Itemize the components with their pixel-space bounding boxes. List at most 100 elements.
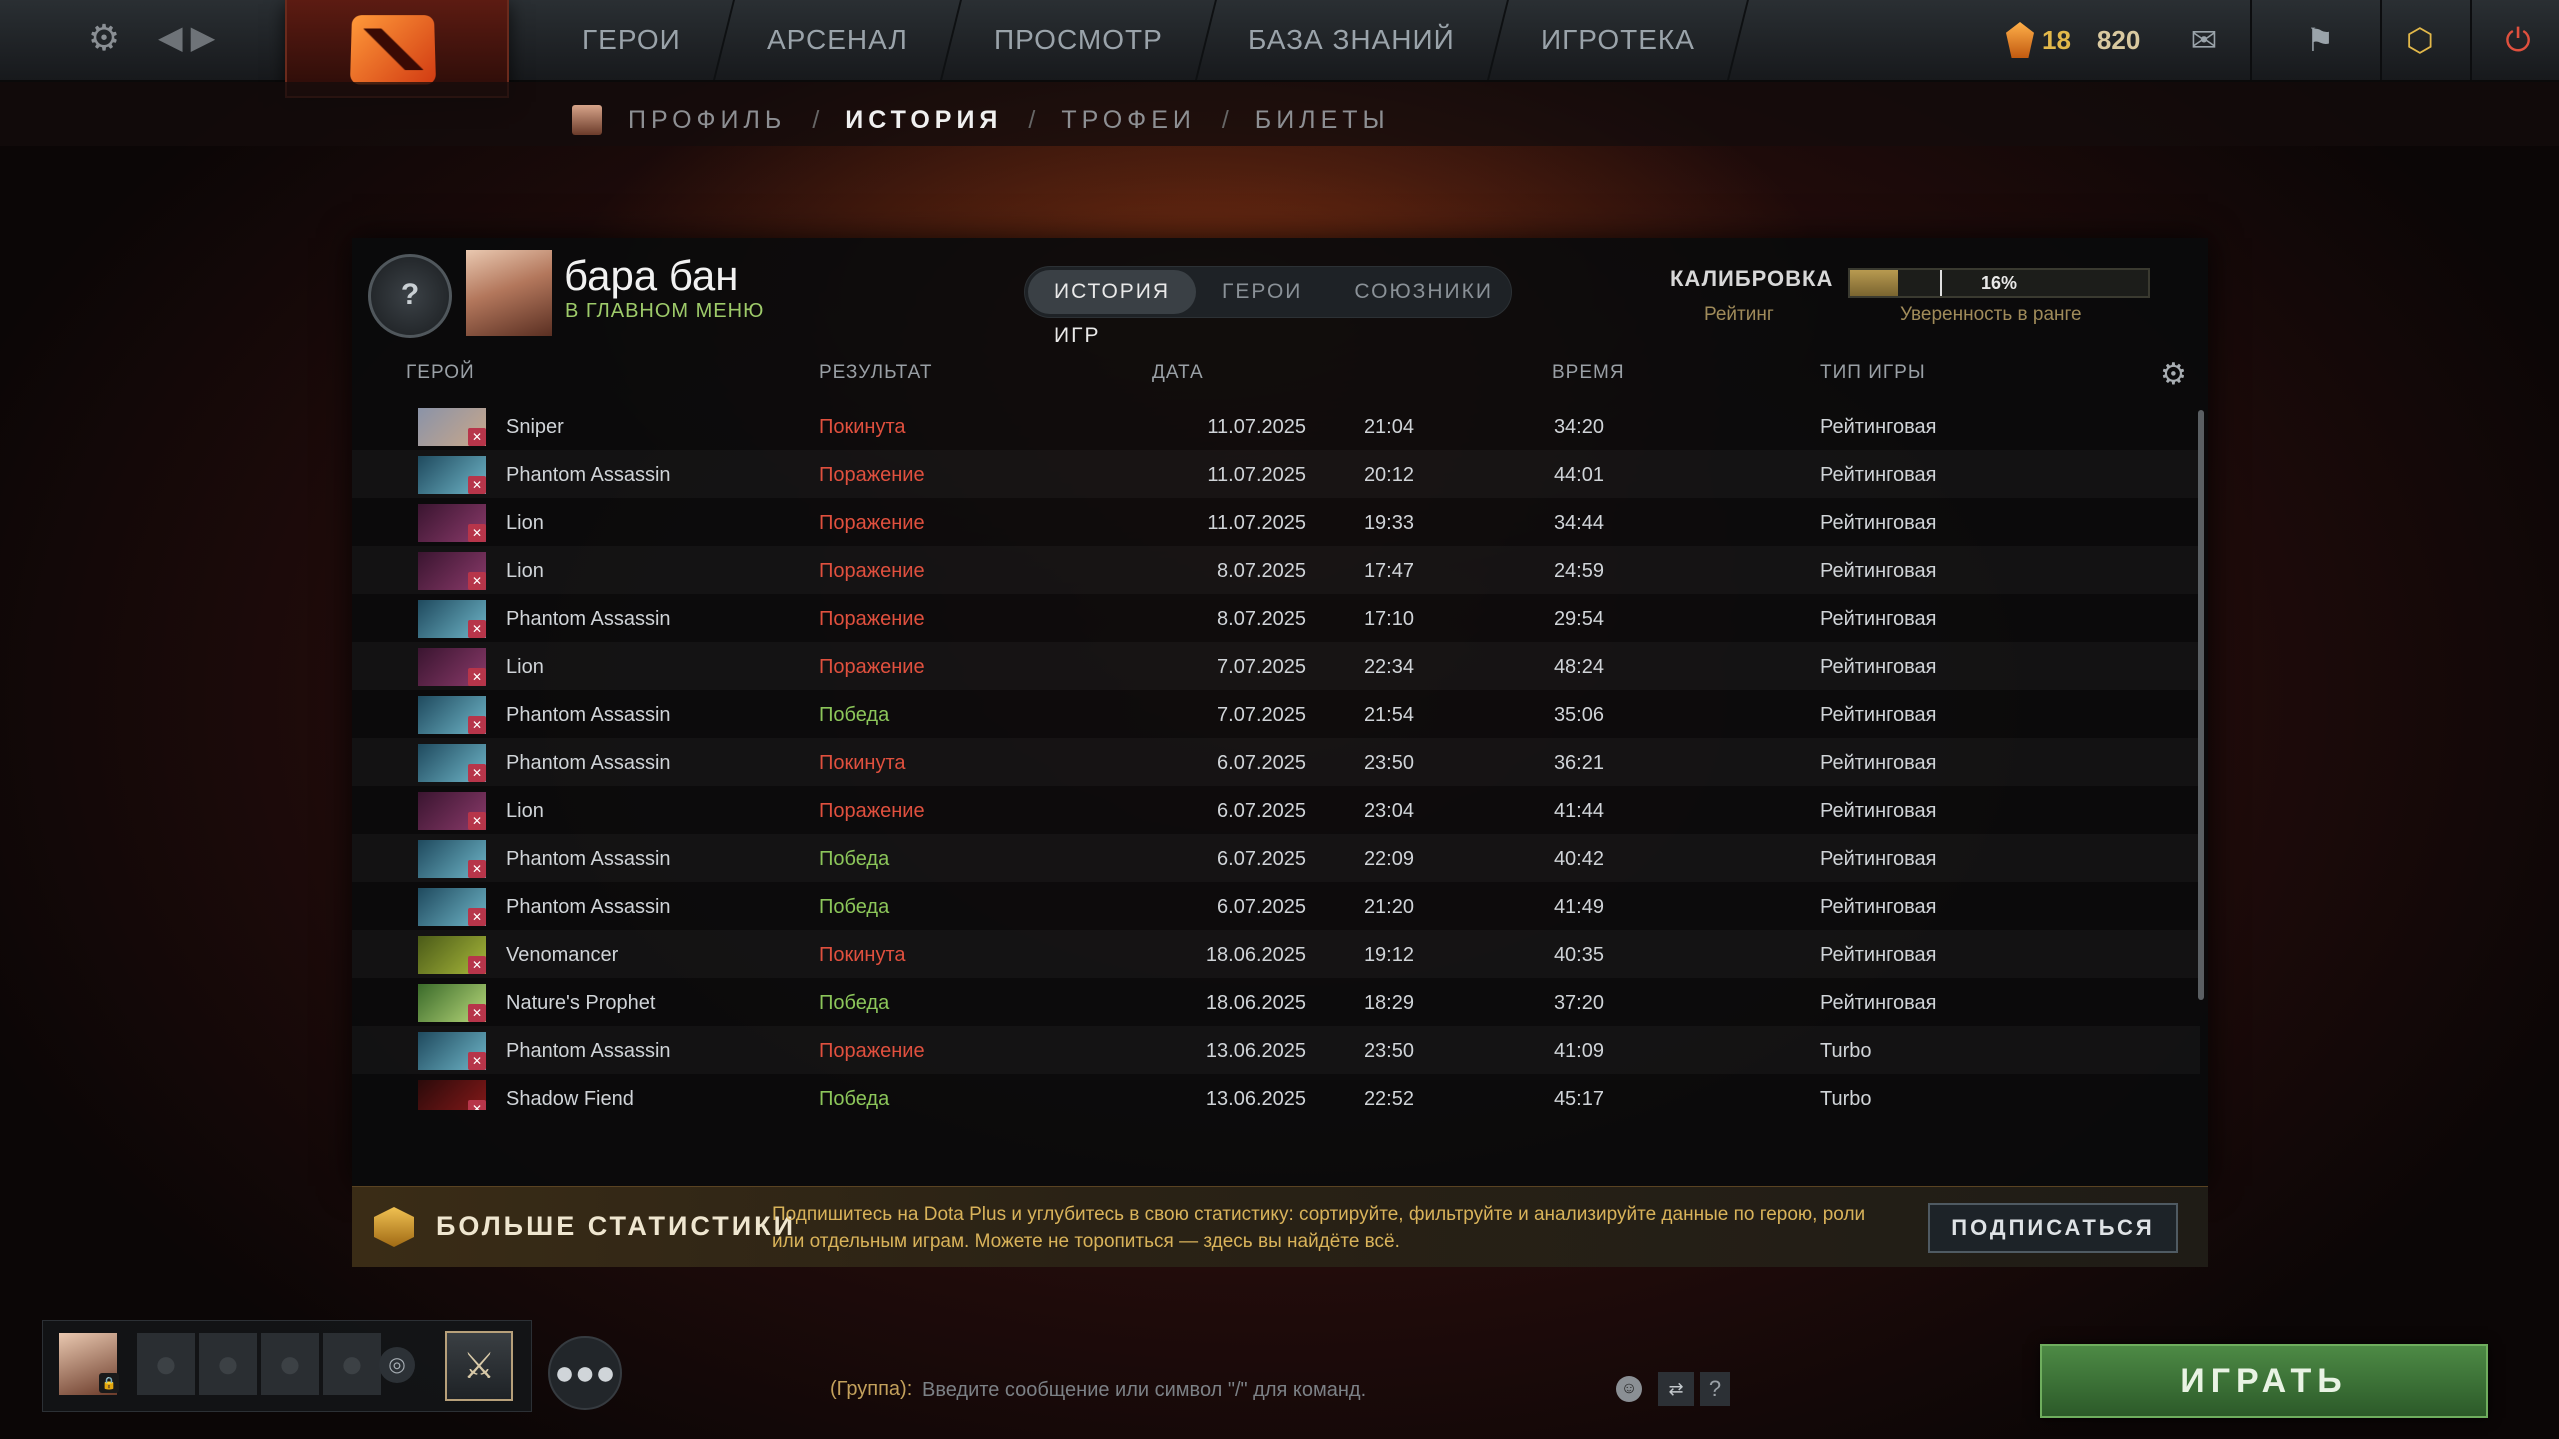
nav-armory[interactable]: АРСЕНАЛ	[714, 0, 962, 80]
hero-name: Sniper	[506, 416, 564, 438]
chat-mail-icon[interactable]: ✉	[2180, 16, 2228, 64]
nav-heroes[interactable]: ГЕРОИ	[530, 0, 735, 80]
subscribe-button[interactable]: ПОДПИСАТЬСЯ	[1928, 1203, 2178, 1253]
chat-help-icon[interactable]: ?	[1700, 1372, 1730, 1406]
table-row[interactable]: ✕ Phantom Assassin Поражение 13.06.2025 23:5…	[352, 1026, 2200, 1074]
party-slot-empty[interactable]: ●	[261, 1333, 319, 1395]
party-slot-empty[interactable]: ●	[199, 1333, 257, 1395]
player-avatar[interactable]	[466, 250, 552, 336]
translate-icon[interactable]: ⇄	[1658, 1372, 1694, 1406]
game-type: Рейтинговая	[1820, 416, 1937, 438]
table-row[interactable]: ✕ Sniper Покинута 11.07.2025 21:04 34:20 Рейти…	[352, 402, 2200, 450]
role-icon: ✕	[468, 1052, 486, 1070]
match-date: 6.07.2025	[1217, 752, 1306, 774]
match-date: 8.07.2025	[1217, 608, 1306, 630]
nav-learn[interactable]: БАЗА ЗНАНИЙ	[1196, 0, 1510, 80]
hero-portrait-lion-icon: ✕	[418, 504, 486, 542]
subnav-trophies[interactable]: ТРОФЕИ	[1061, 106, 1196, 135]
match-duration: 44:01	[1553, 464, 1604, 486]
rank-badge-icon[interactable]: ?	[368, 254, 452, 338]
match-duration: 40:35	[1553, 944, 1604, 966]
game-type: Рейтинговая	[1820, 848, 1937, 870]
table-settings-gear-icon[interactable]: ⚙	[2160, 360, 2187, 390]
match-time: 23:50	[1363, 752, 1414, 774]
account-level: 18	[2042, 24, 2071, 55]
game-type: Рейтинговая	[1820, 464, 1937, 486]
hero-portrait-pa-icon: ✕	[418, 1032, 486, 1070]
armory-icon[interactable]: ⚑	[2296, 16, 2344, 64]
settings-gear-icon[interactable]: ⚙	[84, 18, 124, 58]
header-hero[interactable]: ГЕРОЙ	[406, 362, 475, 384]
table-row[interactable]: ✕ Nature's Prophet Победа 18.06.2025 18:29 37…	[352, 978, 2200, 1026]
hero-name: Lion	[506, 800, 544, 822]
hero-name: Phantom Assassin	[506, 848, 671, 870]
role-icon: ✕	[468, 428, 486, 446]
match-result: Поражение	[819, 512, 925, 534]
party-slot-empty[interactable]: ●	[323, 1333, 381, 1395]
header-date[interactable]: ДАТА	[1152, 362, 1204, 384]
game-type: Turbo	[1820, 1040, 1872, 1062]
chat-input[interactable]	[920, 1374, 1604, 1406]
hero-name: Phantom Assassin	[506, 608, 671, 630]
hero-portrait-lion-icon: ✕	[418, 552, 486, 590]
hero-name: Lion	[506, 560, 544, 582]
hero-name: Lion	[506, 512, 544, 534]
table-row[interactable]: ✕ Lion Поражение 11.07.2025 19:33 34:44 Рейтин…	[352, 498, 2200, 546]
table-row[interactable]: ✕ Phantom Assassin Победа 7.07.2025 21:54 35:…	[352, 690, 2200, 738]
table-row[interactable]: ✕ Lion Поражение 6.07.2025 23:04 41:44 Рейтинг…	[352, 786, 2200, 834]
currency-display[interactable]: 18 820	[2006, 18, 2140, 62]
subnav-tickets[interactable]: БИЛЕТЫ	[1255, 106, 1390, 135]
game-type: Рейтинговая	[1820, 896, 1937, 918]
match-result: Победа	[819, 1088, 890, 1110]
match-list-scrollbar[interactable]	[2198, 410, 2204, 1000]
battle-pass-icon[interactable]: ⚔	[445, 1331, 513, 1401]
dota-plus-icon[interactable]: ⬡	[2396, 16, 2444, 64]
table-row[interactable]: ✕ Venomancer Покинута 18.06.2025 19:12 40:35 Р…	[352, 930, 2200, 978]
match-time: 21:20	[1363, 896, 1414, 918]
party-group-icon[interactable]: ●●●	[548, 1336, 622, 1410]
subnav-history[interactable]: ИСТОРИЯ	[845, 106, 1002, 135]
tab-allies[interactable]: СОЮЗНИКИ	[1328, 270, 1519, 314]
match-date: 11.07.2025	[1207, 464, 1306, 486]
match-time: 22:09	[1363, 848, 1414, 870]
table-row[interactable]: ✕ Lion Поражение 7.07.2025 22:34 48:24 Рейтинг…	[352, 642, 2200, 690]
role-icon: ✕	[468, 764, 486, 782]
table-row[interactable]: ✕ Phantom Assassin Победа 6.07.2025 22:09 40:…	[352, 834, 2200, 882]
table-row[interactable]: ✕ Phantom Assassin Поражение 8.07.2025 17:10…	[352, 594, 2200, 642]
match-date: 7.07.2025	[1217, 656, 1306, 678]
header-result[interactable]: РЕЗУЛЬТАТ	[819, 362, 932, 384]
subnav-profile[interactable]: ПРОФИЛЬ	[628, 106, 786, 135]
match-date: 18.06.2025	[1205, 992, 1306, 1014]
back-forward-arrows[interactable]: ◀▶	[158, 18, 223, 56]
voice-chat-headset-icon[interactable]: ◎	[379, 1347, 415, 1383]
emoji-icon[interactable]: ☺	[1616, 1376, 1642, 1402]
tab-heroes[interactable]: ГЕРОИ	[1196, 270, 1328, 314]
table-row[interactable]: ✕ Phantom Assassin Победа 6.07.2025 21:20 41:…	[352, 882, 2200, 930]
match-duration: 34:44	[1553, 512, 1604, 534]
header-duration[interactable]: ВРЕМЯ	[1552, 362, 1625, 384]
table-row[interactable]: ✕ Lion Поражение 8.07.2025 17:47 24:59 Рейтинг…	[352, 546, 2200, 594]
nav-arcade[interactable]: ИГРОТЕКА	[1489, 0, 1750, 80]
match-history-panel: ? бара бан В ГЛАВНОМ МЕНЮ ИСТОРИЯ ИГР ГЕ…	[352, 238, 2208, 1186]
header-game-type[interactable]: ТИП ИГРЫ	[1820, 362, 1926, 384]
match-duration: 37:20	[1553, 992, 1604, 1014]
match-duration: 29:54	[1553, 608, 1604, 630]
avatar[interactable]	[572, 105, 602, 135]
calibration-label: КАЛИБРОВКА	[1670, 266, 1834, 291]
party-slot-empty[interactable]: ●	[137, 1333, 195, 1395]
play-button[interactable]: ИГРАТЬ	[2040, 1344, 2488, 1418]
nav-watch[interactable]: ПРОСМОТР	[941, 0, 1217, 80]
tab-match-history[interactable]: ИСТОРИЯ ИГР	[1028, 270, 1197, 347]
main-nav: ГЕРОИ АРСЕНАЛ ПРОСМОТР БАЗА ЗНАНИЙ ИГРОТ…	[530, 0, 1750, 80]
game-type: Turbo	[1820, 1088, 1872, 1110]
hero-portrait-lion-icon: ✕	[418, 648, 486, 686]
dota-plus-badge-icon	[374, 1207, 414, 1247]
match-duration: 34:20	[1553, 416, 1604, 438]
match-result: Победа	[819, 704, 890, 726]
table-row[interactable]: ✕ Phantom Assassin Покинута 6.07.2025 23:50 3…	[352, 738, 2200, 786]
match-result: Покинута	[819, 416, 906, 438]
chat-bar: (Группа): ☺ ⇄ ?	[826, 1372, 1730, 1408]
table-row[interactable]: ✕ Shadow Fiend Победа 13.06.2025 22:52 45:17 T…	[352, 1074, 2200, 1110]
table-row[interactable]: ✕ Phantom Assassin Поражение 11.07.2025 20:1…	[352, 450, 2200, 498]
power-icon[interactable]: ⏻	[2494, 16, 2542, 64]
